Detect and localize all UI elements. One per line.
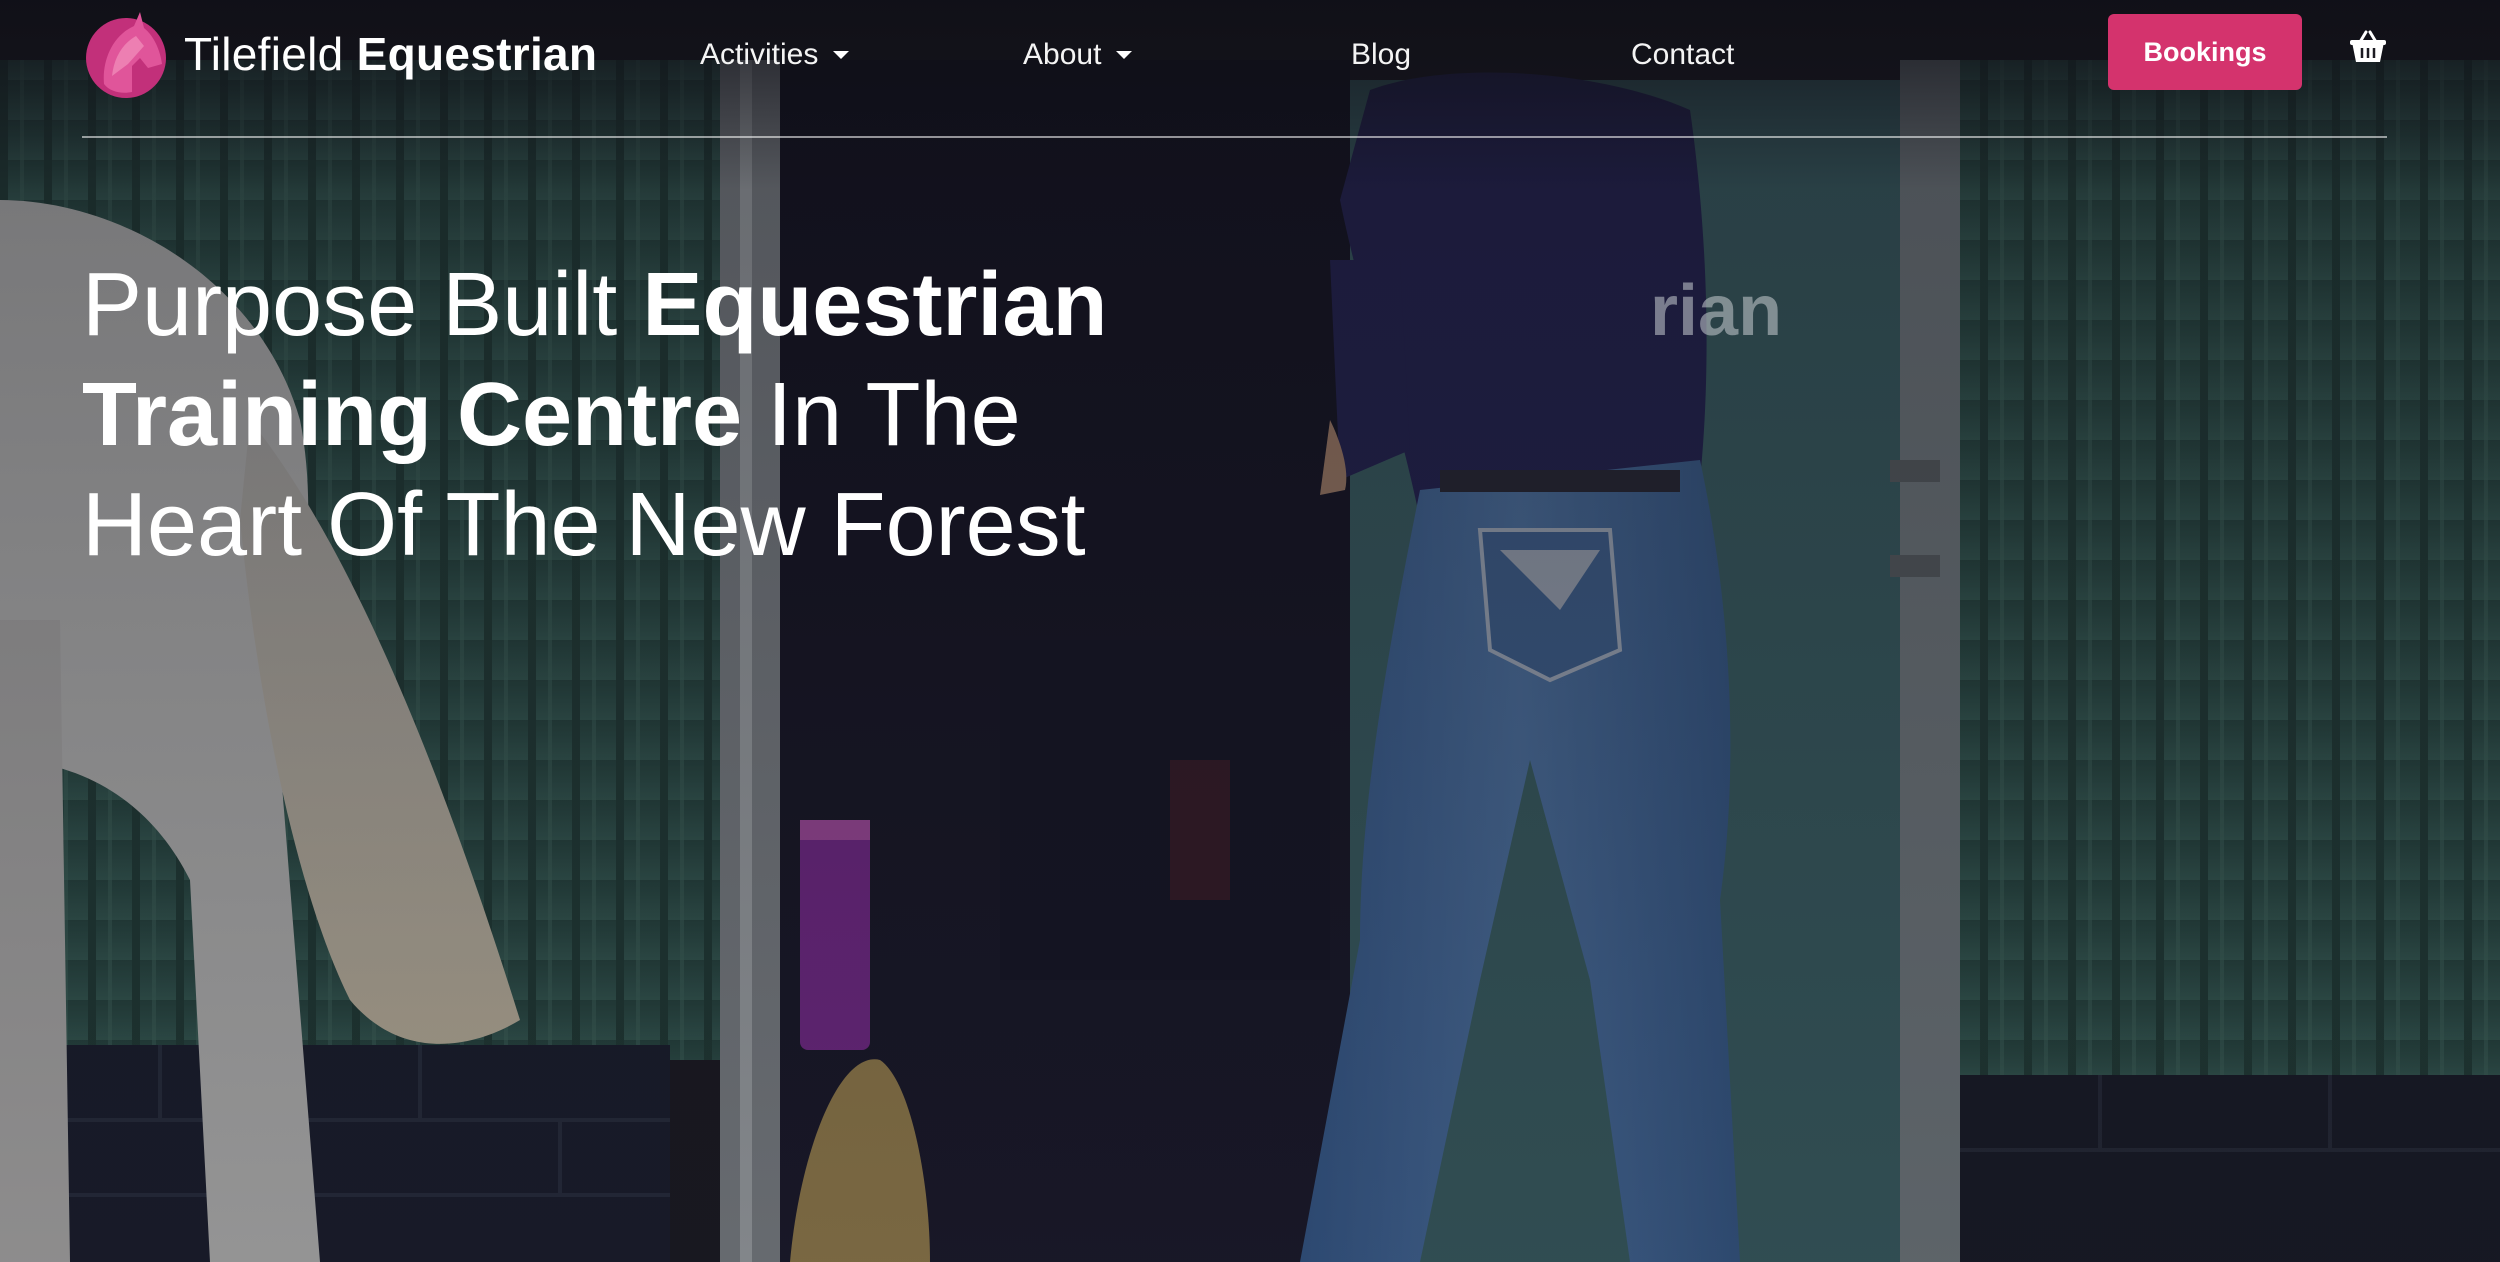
nav-contact-label: Contact <box>1631 38 1735 71</box>
horse-head-icon <box>86 12 166 98</box>
nav-about[interactable]: About <box>1023 30 1133 80</box>
nav-blog[interactable]: Blog <box>1351 30 1411 80</box>
hero-line1-bold: Equestrian <box>642 255 1108 355</box>
hero-line1-light: Purpose Built <box>82 255 643 355</box>
nav-activities[interactable]: Activities <box>700 30 850 80</box>
background-sign-text: rian <box>1650 271 1783 351</box>
hero-headline: Purpose Built Equestrian Training Centre … <box>82 250 1202 580</box>
site-logo[interactable]: Tilefield Equestrian <box>82 6 597 102</box>
site-name-light: Tilefield <box>184 28 344 80</box>
chevron-down-icon <box>833 51 850 59</box>
nav-contact[interactable]: Contact <box>1631 30 1734 80</box>
site-name-bold: Equestrian <box>356 28 598 80</box>
site-header: Tilefield Equestrian Activities About Bl… <box>0 0 2500 138</box>
hero-line2-bold: Training Centre <box>82 365 743 465</box>
nav-blog-label: Blog <box>1351 38 1412 71</box>
bookings-button[interactable]: Bookings <box>2108 14 2302 90</box>
chevron-down-icon <box>1116 51 1133 59</box>
hero-background-photo <box>0 0 2500 1262</box>
hero-line2-light: In The <box>742 365 1021 465</box>
nav-about-label: About <box>1023 38 1102 71</box>
basket-icon[interactable] <box>2348 28 2388 68</box>
header-divider <box>82 136 2387 138</box>
nav-activities-label: Activities <box>700 38 819 71</box>
site-name: Tilefield Equestrian <box>184 27 597 81</box>
hero-line3-light: Heart Of The New Forest <box>82 475 1086 575</box>
